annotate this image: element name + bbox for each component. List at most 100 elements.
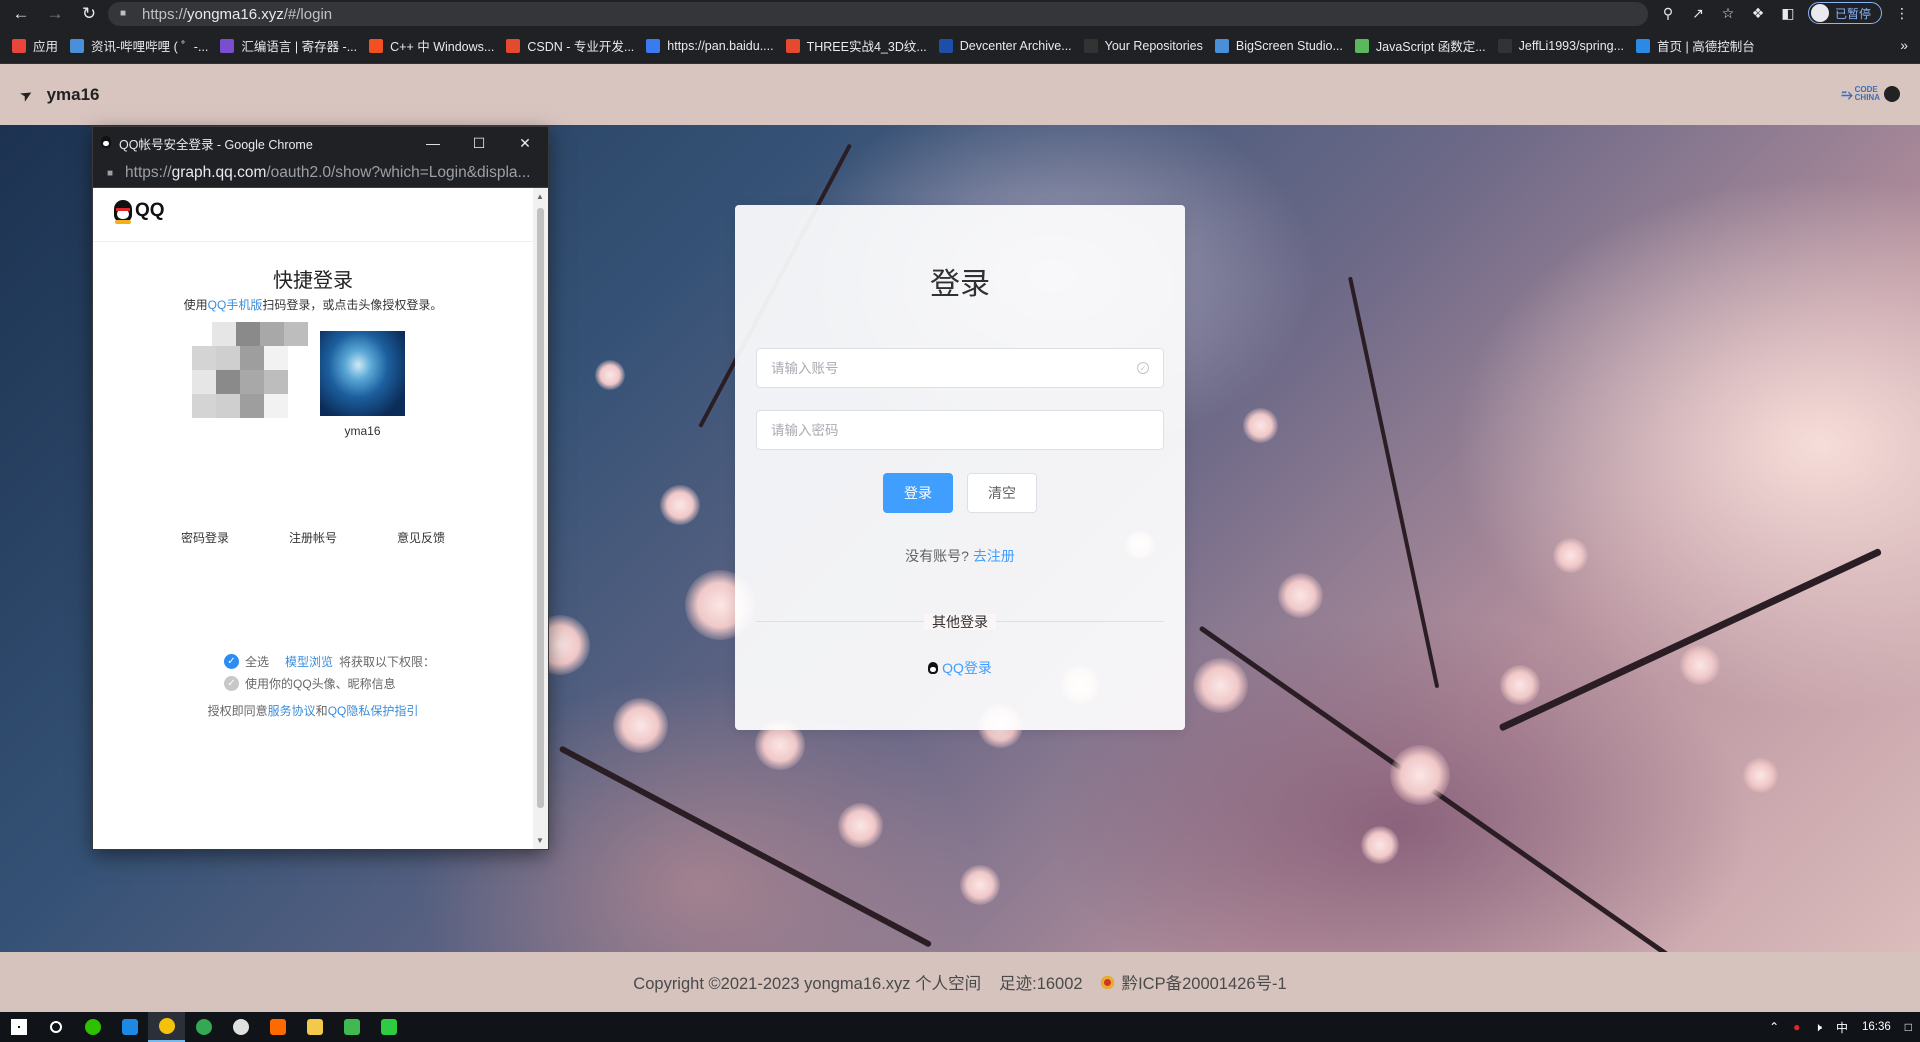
bookmark-label: THREE实战4_3D纹... — [806, 40, 927, 54]
back-arrow-icon[interactable]: ← — [8, 1, 34, 27]
bookmark-item[interactable]: JavaScript 函数定... — [1354, 36, 1486, 55]
bookmarks-overflow-icon[interactable]: » — [1900, 37, 1908, 53]
wechat-icon[interactable] — [74, 1012, 111, 1042]
qq-tray-icon[interactable]: ● — [1793, 1020, 1800, 1034]
account-input[interactable] — [771, 360, 1138, 376]
bookmark-item[interactable]: BigScreen Studio... — [1214, 38, 1343, 53]
avatar-pixel — [192, 370, 216, 394]
forward-arrow-icon[interactable]: → — [42, 1, 68, 27]
clear-button[interactable]: 清空 — [967, 473, 1037, 513]
lock-icon: ■ — [120, 8, 127, 19]
chrome-icon[interactable] — [148, 1012, 185, 1042]
chrome-dev-icon[interactable] — [185, 1012, 222, 1042]
bookmark-item[interactable]: 汇编语言 | 寄存器 -... — [220, 36, 357, 55]
sidebar-icon[interactable]: ◧ — [1778, 3, 1798, 23]
bookmark-item[interactable]: JeffLi1993/spring... — [1497, 38, 1624, 53]
password-field[interactable] — [756, 410, 1164, 450]
start-icon-glyph — [11, 1019, 27, 1035]
account-avatar[interactable] — [320, 331, 405, 416]
feedback-link[interactable]: 意见反馈 — [397, 529, 445, 546]
service-agreement-link[interactable]: 服务协议 — [268, 704, 316, 718]
clock[interactable]: 16:36 — [1862, 1021, 1891, 1033]
ime-indicator[interactable]: 中 — [1836, 1019, 1848, 1036]
bookmark-item[interactable]: 应用 — [12, 36, 58, 55]
divider — [93, 241, 548, 242]
privacy-guide-link[interactable]: QQ隐私保护指引 — [328, 704, 419, 718]
webstorm-icon[interactable] — [111, 1012, 148, 1042]
popup-scrollbar[interactable]: ▲ ▼ — [533, 188, 548, 849]
checkbox-checked-icon[interactable]: ✓ — [224, 654, 239, 669]
icp-record[interactable]: 黔ICP备20001426号-1 — [1100, 970, 1287, 994]
app-name-link[interactable]: 模型浏览 — [285, 653, 333, 670]
search-icon[interactable] — [37, 1012, 74, 1042]
scroll-up-icon[interactable]: ▲ — [536, 192, 544, 201]
bookmark-item[interactable]: CSDN - 专业开发... — [506, 36, 634, 55]
terminal-icon[interactable] — [370, 1012, 407, 1042]
bookmark-label: CSDN - 专业开发... — [527, 40, 635, 54]
star-icon[interactable]: ☆ — [1718, 3, 1738, 23]
chat-icon[interactable] — [222, 1012, 259, 1042]
notification-icon[interactable]: □ — [1905, 1020, 1912, 1034]
blossom — [595, 360, 625, 390]
close-icon[interactable]: ✕ — [502, 127, 548, 159]
speaker-icon[interactable]: 🕨 — [1814, 1020, 1822, 1035]
bookmark-label: https://pan.baidu.... — [667, 38, 774, 53]
webstorm-icon-glyph — [121, 1019, 138, 1035]
share-icon[interactable]: ↗ — [1688, 3, 1708, 23]
password-input[interactable] — [771, 422, 1149, 438]
avatar-pixel — [264, 346, 288, 370]
start-icon[interactable] — [0, 1012, 37, 1042]
bookmark-label: 首页 | 高德控制台 — [1657, 40, 1755, 54]
register-link[interactable]: 去注册 — [973, 548, 1015, 564]
kebab-menu-icon[interactable]: ⋮ — [1892, 3, 1912, 23]
bookmark-item[interactable]: THREE实战4_3D纹... — [785, 36, 927, 55]
other-login-text: 其他登录 — [924, 614, 996, 630]
image-viewer-icon[interactable] — [333, 1012, 370, 1042]
github-icon[interactable] — [1884, 86, 1900, 102]
folder-icon[interactable] — [296, 1012, 333, 1042]
blurred-avatar[interactable] — [192, 322, 308, 418]
bookmark-item[interactable]: C++ 中 Windows... — [369, 36, 494, 55]
codechina-icon[interactable]: ⥲ CODE CHINA — [1841, 86, 1880, 102]
qq-favicon-icon — [101, 136, 113, 150]
register-account-link[interactable]: 注册帐号 — [289, 529, 337, 546]
bookmark-favicon-icon — [1636, 38, 1651, 53]
bookmark-item[interactable]: 首页 | 高德控制台 — [1636, 36, 1755, 55]
reload-icon[interactable]: ↻ — [76, 1, 102, 27]
qq-login-link[interactable]: QQ登录 — [735, 658, 1185, 678]
popup-address-bar[interactable]: ■ https://graph.qq.com/oauth2.0/show?whi… — [93, 159, 548, 188]
minimize-icon[interactable]: — — [410, 127, 456, 159]
qq-mobile-link[interactable]: QQ手机版 — [208, 298, 263, 312]
toolbar-actions: ⚲ ↗ ☆ ❖ ◧ 已暂停 ⋮ — [1658, 2, 1912, 24]
popup-titlebar[interactable]: QQ帐号安全登录 - Google Chrome — ☐ ✕ — [93, 127, 548, 159]
terminal-icon-glyph — [380, 1019, 397, 1035]
site-logo[interactable]: ➤ yma16 — [17, 84, 100, 105]
bookmark-favicon-icon — [1497, 38, 1512, 53]
checkbox-disabled-icon: ✓ — [224, 676, 239, 691]
bookmark-item[interactable]: Devcenter Archive... — [938, 38, 1072, 53]
maximize-icon[interactable]: ☐ — [456, 127, 502, 159]
login-button[interactable]: 登录 — [883, 473, 953, 513]
profile-button[interactable]: 已暂停 — [1807, 2, 1882, 24]
sublime-icon[interactable] — [259, 1012, 296, 1042]
blossom — [1361, 826, 1399, 864]
bookmark-item[interactable]: Your Repositories — [1083, 38, 1203, 53]
bookmark-item[interactable]: 资讯-哔哩哔哩 ( ゜-... — [70, 36, 208, 55]
sublime-icon-glyph — [269, 1019, 286, 1035]
scroll-down-icon[interactable]: ▼ — [536, 836, 544, 845]
blossom — [837, 802, 883, 848]
address-bar[interactable]: ■ https://yongma16.xyz/#/login — [108, 2, 1648, 26]
qq-brand: QQ — [114, 200, 165, 224]
extensions-icon[interactable]: ❖ — [1748, 3, 1768, 23]
chevron-up-icon[interactable]: ⌃ — [1769, 1020, 1779, 1034]
bookmark-item[interactable]: https://pan.baidu.... — [646, 38, 774, 53]
password-login-link[interactable]: 密码登录 — [181, 529, 229, 546]
blossom — [1242, 407, 1278, 443]
chrome-dev-icon-glyph — [195, 1019, 212, 1035]
scroll-thumb[interactable] — [537, 208, 544, 808]
key-icon[interactable]: ⚲ — [1658, 3, 1678, 23]
agree-and: 和 — [315, 704, 328, 718]
account-field[interactable]: ✓ — [756, 348, 1164, 388]
bookmark-favicon-icon — [785, 38, 800, 53]
avatar-pixel — [192, 346, 216, 370]
